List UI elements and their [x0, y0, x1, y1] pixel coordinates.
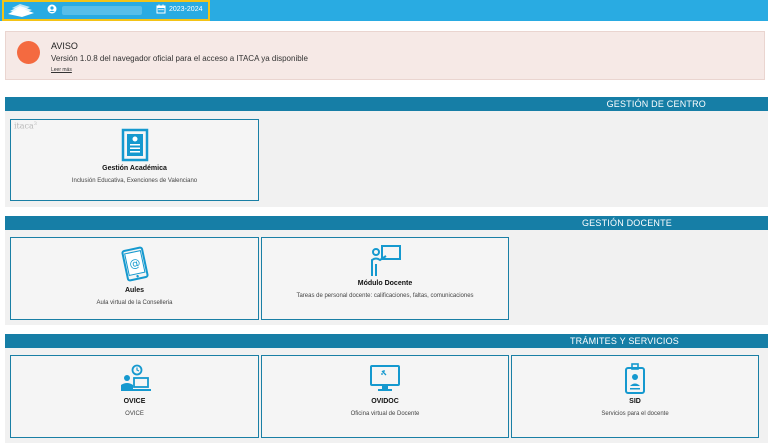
- section-body-docente: @ Aules Aula virtual de la Conselleria M…: [5, 230, 768, 325]
- section-body-tramites: OVICE OVICE OVIDOC Oficina virtual de Do…: [5, 348, 768, 443]
- section-title: GESTIÓN DOCENTE: [581, 218, 672, 228]
- card-subtitle: Aula virtual de la Conselleria: [96, 300, 173, 306]
- card-gestion-academica[interactable]: itaca3 Gestión Académica Inclusión Educa…: [10, 119, 259, 201]
- card-title: OVIDOC: [371, 398, 399, 405]
- id-badge-icon: [625, 363, 645, 394]
- card-title: Módulo Docente: [357, 280, 413, 287]
- card-subtitle: Tareas de personal docente: calificacion…: [296, 293, 474, 299]
- card-modulo-docente[interactable]: Módulo Docente Tareas de personal docent…: [261, 237, 509, 320]
- card-ovice[interactable]: OVICE OVICE: [10, 355, 259, 438]
- notice-title: AVISO: [51, 41, 78, 51]
- tablet-at-icon: @: [120, 246, 149, 282]
- card-subtitle: Servicios para el docente: [601, 411, 669, 417]
- section-title: GESTIÓN DE CENTRO: [606, 99, 706, 109]
- card-title: Aules: [124, 287, 145, 294]
- section-header-tramites: TRÁMITES Y SERVICIOS: [5, 334, 768, 348]
- section-title: TRÁMITES Y SERVICIOS: [569, 336, 679, 346]
- card-subtitle: Inclusión Educativa, Exenciones de Valen…: [71, 178, 198, 184]
- notice-text: Versión 1.0.8 del navegador oficial para…: [51, 54, 308, 63]
- teacher-board-icon: [371, 245, 401, 276]
- document-icon: [121, 128, 148, 162]
- calendar-icon[interactable]: [156, 4, 166, 14]
- section-header-docente: GESTIÓN DOCENTE: [5, 216, 768, 230]
- itaca-brand: itaca3: [14, 121, 37, 131]
- card-sid[interactable]: SID Servicios para el docente: [511, 355, 759, 438]
- username-redacted: [62, 6, 142, 15]
- notice-banner: AVISO Versión 1.0.8 del navegador oficia…: [5, 31, 765, 80]
- card-subtitle: OVICE: [125, 411, 144, 417]
- alert-dot-icon: [17, 41, 40, 64]
- top-bar: 2023-2024: [0, 0, 768, 21]
- card-subtitle: Oficina virtual de Docente: [350, 411, 420, 417]
- card-title: Gestión Académica: [102, 165, 167, 172]
- card-ovidoc[interactable]: OVIDOC Oficina virtual de Docente: [261, 355, 509, 438]
- read-more-link[interactable]: Leer más: [51, 67, 72, 73]
- person-clock-icon: [120, 364, 151, 391]
- card-title: SID: [629, 398, 641, 405]
- section-header-centro: GESTIÓN DE CENTRO: [5, 97, 768, 111]
- user-icon[interactable]: [47, 4, 57, 14]
- card-title: OVICE: [123, 398, 146, 405]
- academic-year[interactable]: 2023-2024: [169, 5, 202, 15]
- card-aules[interactable]: @ Aules Aula virtual de la Conselleria: [10, 237, 259, 320]
- section-body-centro: itaca3 Gestión Académica Inclusión Educa…: [5, 111, 768, 207]
- books-logo-icon[interactable]: [6, 2, 36, 18]
- monitor-icon: [370, 365, 400, 391]
